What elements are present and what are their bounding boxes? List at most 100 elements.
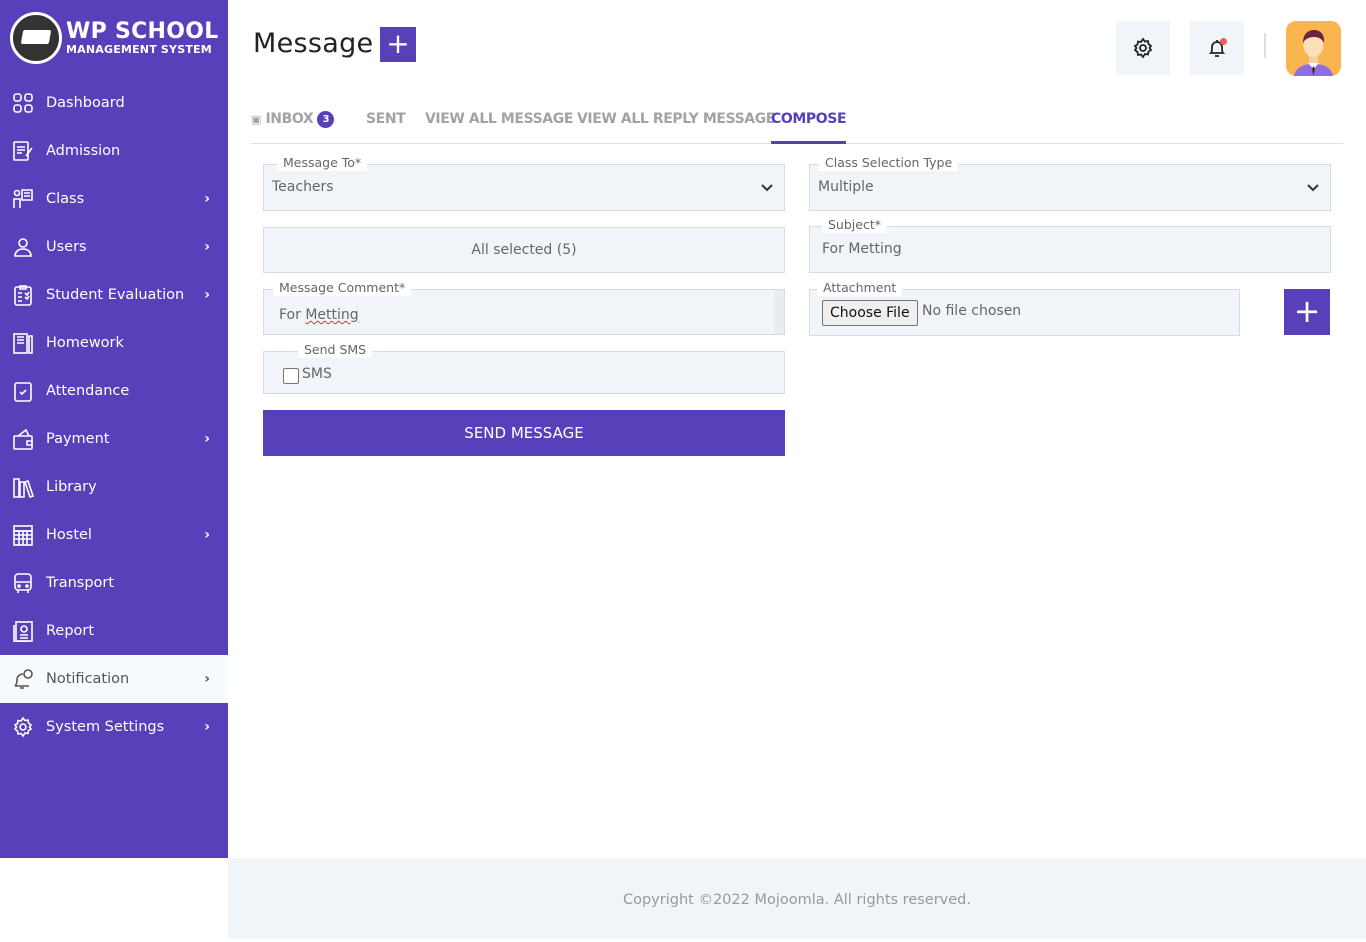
message-tabs: ▣ INBOX 3 SENT VIEW ALL MESSAGE VIEW ALL … (251, 100, 1343, 144)
sidebar-item-dashboard[interactable]: Dashboard (0, 79, 228, 127)
notification-icon (12, 668, 34, 690)
inbox-count-badge: 3 (317, 111, 335, 128)
sidebar-item-users[interactable]: Users › (0, 223, 228, 271)
chevron-down-icon (1306, 179, 1320, 193)
settings-button[interactable] (1116, 21, 1170, 75)
sms-checkbox-label: SMS (302, 366, 332, 382)
subject-label: Subject* (822, 217, 887, 233)
sidebar-item-label: Transport (46, 575, 115, 591)
evaluation-icon (12, 284, 34, 306)
class-selection-type-select[interactable]: Class Selection Type Multiple (809, 155, 1331, 211)
sidebar-item-class[interactable]: Class › (0, 175, 228, 223)
logo-icon (10, 12, 62, 64)
chevron-right-icon: › (204, 719, 210, 735)
header-divider (1264, 33, 1266, 58)
chevron-right-icon: › (204, 431, 210, 447)
tab-sent[interactable]: SENT (366, 111, 406, 144)
class-selection-type-value: Multiple (818, 179, 874, 195)
attendance-icon (12, 380, 34, 402)
misspelled-word: Metting (305, 307, 359, 323)
chevron-right-icon: › (204, 671, 210, 687)
hostel-icon (12, 524, 34, 546)
add-attachment-button[interactable]: + (1284, 289, 1330, 335)
message-to-value: Teachers (272, 179, 334, 195)
chevron-down-icon (760, 179, 774, 193)
report-icon (12, 620, 34, 642)
gear-icon (1133, 37, 1153, 59)
copyright-text: Copyright ©2022 Mojoomla. All rights res… (622, 892, 971, 908)
chevron-right-icon: › (204, 527, 210, 543)
subject-value: For Metting (822, 241, 902, 257)
tab-inbox[interactable]: ▣ INBOX 3 (251, 111, 335, 144)
user-avatar[interactable] (1286, 21, 1341, 76)
notifications-button[interactable] (1190, 21, 1244, 75)
sidebar-item-label: Hostel (46, 527, 92, 543)
sidebar-item-label: Notification (46, 671, 130, 687)
inbox-icon: ▣ (251, 113, 261, 126)
message-to-select[interactable]: Message To* Teachers (263, 155, 785, 211)
class-icon (12, 188, 34, 210)
tab-compose[interactable]: COMPOSE (771, 111, 847, 144)
page-title: Message (253, 28, 374, 59)
library-icon (12, 476, 34, 498)
sidebar-item-payment[interactable]: Payment › (0, 415, 228, 463)
tab-view-all-reply-message[interactable]: VIEW ALL REPLY MESSAGE (577, 111, 775, 144)
message-to-label: Message To* (277, 155, 368, 171)
send-message-button[interactable]: SEND MESSAGE (263, 410, 785, 456)
sidebar: WP SCHOOL MANAGEMENT SYSTEM Dashboard Ad… (0, 0, 228, 858)
attachment-field: Attachment Choose File No file chosen (809, 280, 1240, 336)
sidebar-item-system-settings[interactable]: System Settings › (0, 703, 228, 751)
brand-subtitle: MANAGEMENT SYSTEM (66, 43, 212, 56)
message-comment-textarea[interactable]: Message Comment* For Metting (263, 280, 785, 335)
brand-name: WP SCHOOL (66, 19, 219, 44)
sidebar-item-library[interactable]: Library (0, 463, 228, 511)
add-message-button[interactable]: + (380, 27, 416, 62)
send-sms-group: Send SMS SMS (263, 342, 785, 394)
sidebar-item-label: Class (46, 191, 85, 207)
sidebar-item-notification[interactable]: Notification › (0, 655, 228, 703)
sidebar-item-hostel[interactable]: Hostel › (0, 511, 228, 559)
chevron-right-icon: › (204, 239, 210, 255)
bus-icon (12, 572, 34, 594)
dashboard-icon (12, 92, 34, 114)
sidebar-item-label: Dashboard (46, 95, 125, 111)
admission-icon (12, 140, 34, 162)
homework-icon (12, 332, 34, 354)
sidebar-item-label: Payment (46, 431, 110, 447)
sidebar-item-label: Homework (46, 335, 124, 351)
wallet-icon (12, 428, 34, 450)
textarea-scrollbar[interactable] (774, 290, 784, 334)
sms-checkbox[interactable] (283, 368, 299, 384)
chevron-right-icon: › (204, 191, 210, 207)
sidebar-item-label: Student Evaluation (46, 287, 185, 303)
sidebar-item-label: System Settings (46, 719, 165, 735)
tab-view-all-message[interactable]: VIEW ALL MESSAGE (425, 111, 573, 144)
attachment-label: Attachment (817, 280, 903, 296)
sidebar-item-label: Users (46, 239, 87, 255)
subject-input[interactable]: Subject* For Metting (809, 217, 1331, 273)
user-icon (12, 236, 34, 258)
sidebar-nav: Dashboard Admission Class › Users › Stud… (0, 79, 228, 751)
sidebar-item-student-evaluation[interactable]: Student Evaluation › (0, 271, 228, 319)
class-selection-type-label: Class Selection Type (819, 155, 959, 171)
sidebar-item-transport[interactable]: Transport (0, 559, 228, 607)
notification-dot (1220, 38, 1227, 45)
sidebar-item-homework[interactable]: Homework (0, 319, 228, 367)
sidebar-item-attendance[interactable]: Attendance (0, 367, 228, 415)
sidebar-item-admission[interactable]: Admission (0, 127, 228, 175)
choose-file-button[interactable]: Choose File (822, 300, 918, 326)
chevron-right-icon: › (204, 287, 210, 303)
send-sms-label: Send SMS (298, 342, 373, 358)
sidebar-item-label: Attendance (46, 383, 130, 399)
message-comment-label: Message Comment* (273, 280, 412, 296)
recipients-multiselect[interactable]: All selected (5) (263, 227, 785, 273)
gear-icon (12, 716, 34, 738)
sidebar-item-label: Admission (46, 143, 121, 159)
file-status: No file chosen (922, 303, 1022, 319)
footer: Copyright ©2022 Mojoomla. All rights res… (228, 858, 1366, 939)
recipients-value: All selected (5) (471, 242, 577, 258)
sidebar-item-label: Library (46, 479, 97, 495)
sidebar-item-label: Report (46, 623, 95, 639)
logo[interactable]: WP SCHOOL MANAGEMENT SYSTEM (10, 12, 219, 64)
sidebar-item-report[interactable]: Report (0, 607, 228, 655)
